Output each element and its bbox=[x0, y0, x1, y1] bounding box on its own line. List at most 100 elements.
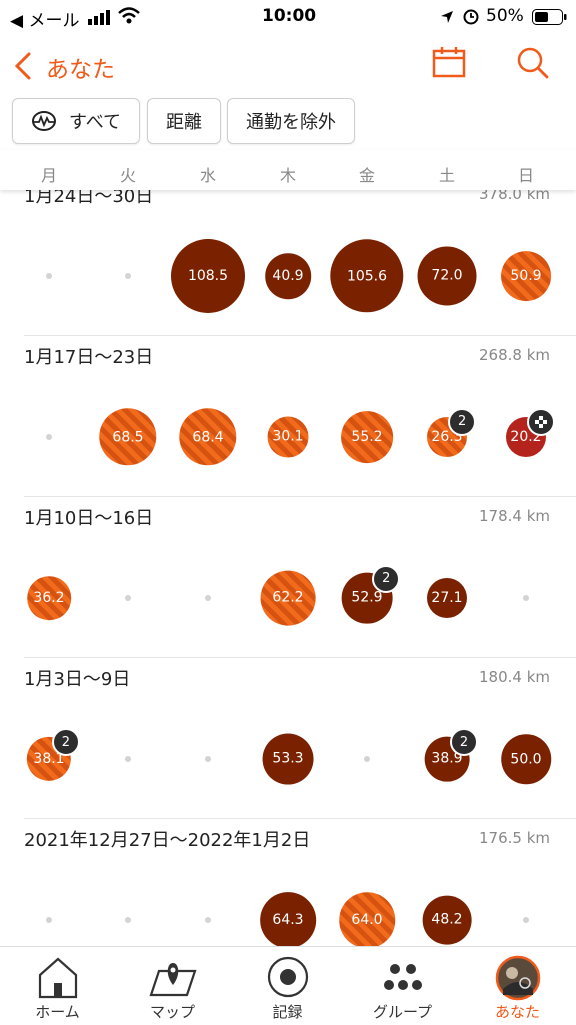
week-total-distance: 176.5 km bbox=[478, 829, 550, 847]
week-title: 1月3日〜9日 bbox=[24, 669, 131, 690]
filter-distance-button[interactable]: 距離 bbox=[147, 98, 221, 144]
signal-icon bbox=[88, 9, 112, 29]
filter-exclude-commute-button[interactable]: 通勤を除外 bbox=[227, 98, 355, 144]
divider bbox=[24, 818, 576, 819]
tab-record-label: 記録 bbox=[272, 1003, 303, 1021]
activity-bubble[interactable]: 105.6 bbox=[330, 239, 404, 313]
tab-you[interactable]: あなた bbox=[460, 947, 575, 1025]
activity-distance: 108.5 bbox=[187, 268, 229, 284]
divider bbox=[24, 657, 576, 658]
divider bbox=[24, 496, 576, 497]
activity-count-badge: 2 bbox=[448, 407, 477, 436]
activity-bubble[interactable]: 55.2 bbox=[341, 411, 393, 463]
tab-home[interactable]: ホーム bbox=[0, 947, 115, 1025]
filter-exclude-commute-label: 通勤を除外 bbox=[246, 112, 336, 133]
tab-home-label: ホーム bbox=[35, 1003, 80, 1021]
activity-count-badge: 2 bbox=[449, 728, 478, 756]
empty-day-dot bbox=[125, 756, 131, 762]
status-battery-percent: 50% bbox=[486, 6, 524, 26]
activity-distance: 72.0 bbox=[431, 267, 463, 284]
home-icon bbox=[38, 957, 77, 999]
activity-distance: 64.3 bbox=[272, 911, 304, 928]
activity-bubble[interactable]: 68.5 bbox=[99, 408, 157, 466]
activity-distance: 50.0 bbox=[510, 751, 542, 767]
empty-day-dot bbox=[523, 917, 529, 923]
filter-all-button[interactable]: すべて bbox=[12, 98, 140, 144]
empty-day-dot bbox=[125, 273, 131, 279]
filter-distance-label: 距離 bbox=[166, 112, 202, 133]
activity-bubble[interactable]: 68.4 bbox=[179, 408, 237, 466]
activity-bubble[interactable]: 62.2 bbox=[260, 570, 316, 626]
battery-icon bbox=[532, 9, 568, 29]
activity-distance: 48.2 bbox=[431, 912, 463, 928]
week-section: 1月3日〜9日 180.4 km 38.1 2 53.3 38.9 2 50.0 bbox=[0, 659, 576, 819]
activity-bubble[interactable]: 108.5 bbox=[171, 239, 245, 313]
activity-bubble[interactable]: 36.2 bbox=[27, 576, 71, 620]
activity-bubble[interactable]: 50.0 bbox=[501, 734, 551, 784]
filter-all-label: すべて bbox=[68, 112, 122, 133]
week-title: 2021年12月27日〜2022年1月2日 bbox=[24, 830, 311, 851]
divider bbox=[24, 335, 576, 336]
week-total-distance: 268.8 km bbox=[478, 346, 550, 364]
activity-icon bbox=[31, 110, 57, 132]
empty-day-dot bbox=[205, 917, 211, 923]
status-time: 10:00 bbox=[262, 6, 317, 26]
activity-distance: 52.9 bbox=[351, 589, 383, 606]
weekday-label: 土 bbox=[438, 166, 455, 185]
week-total-distance: 178.4 km bbox=[478, 507, 550, 525]
activity-bubble[interactable]: 27.1 bbox=[427, 578, 467, 618]
activity-bubble[interactable]: 53.3 bbox=[262, 733, 314, 785]
page-title: あなた bbox=[46, 57, 115, 83]
weekday-header: 月 火 水 木 金 土 日 bbox=[0, 150, 576, 190]
checkered-flag-icon bbox=[527, 407, 556, 436]
empty-day-dot bbox=[125, 917, 131, 923]
tab-bar: ホーム マップ 記録 グループ あなた bbox=[0, 946, 576, 1025]
activity-distance: 27.1 bbox=[431, 590, 463, 606]
empty-day-dot bbox=[46, 273, 52, 279]
status-carrier: ◀ メール bbox=[10, 11, 80, 31]
activity-bubble[interactable]: 30.1 bbox=[267, 416, 309, 458]
activity-distance: 105.6 bbox=[346, 268, 388, 284]
activity-count-badge: 2 bbox=[51, 728, 80, 757]
activity-bubble[interactable]: 64.0 bbox=[339, 892, 395, 948]
activity-distance: 55.2 bbox=[351, 428, 383, 445]
activity-distance: 36.2 bbox=[33, 590, 65, 606]
record-icon bbox=[267, 956, 308, 998]
empty-day-dot bbox=[46, 917, 52, 923]
activity-count-badge: 2 bbox=[372, 564, 401, 593]
activity-bubble[interactable]: 48.2 bbox=[422, 895, 472, 945]
tab-map-label: マップ bbox=[149, 1003, 195, 1021]
empty-day-dot bbox=[523, 595, 529, 601]
empty-day-dot bbox=[125, 595, 131, 601]
empty-day-dot bbox=[205, 756, 211, 762]
empty-day-dot bbox=[364, 756, 370, 762]
status-bar: ◀ メール 10:00 50% bbox=[0, 0, 576, 34]
weekday-label: 水 bbox=[199, 166, 216, 185]
back-button[interactable]: あなた bbox=[12, 50, 152, 84]
week-section: 1月17日〜23日 268.8 km 68.5 68.4 30.1 55.2 26.3 2 20… bbox=[0, 337, 576, 497]
avatar bbox=[495, 955, 540, 1001]
week-title: 1月10日〜16日 bbox=[24, 508, 154, 529]
tab-you-label: あなた bbox=[494, 1003, 540, 1021]
activity-distance: 68.4 bbox=[192, 429, 224, 445]
alarm-icon bbox=[462, 7, 480, 29]
tab-record[interactable]: 記録 bbox=[230, 947, 345, 1025]
activity-distance: 53.3 bbox=[272, 751, 304, 767]
calendar-icon[interactable] bbox=[432, 46, 466, 82]
tab-groups[interactable]: グループ bbox=[345, 947, 460, 1025]
map-icon bbox=[148, 963, 197, 997]
location-icon bbox=[440, 9, 454, 28]
week-title: 1月17日〜23日 bbox=[24, 347, 154, 368]
activity-bubble[interactable]: 64.3 bbox=[260, 892, 316, 948]
weekday-label: 火 bbox=[119, 166, 136, 185]
activity-bubble[interactable]: 50.9 bbox=[501, 251, 551, 301]
activity-bubble[interactable]: 72.0 bbox=[417, 246, 477, 306]
search-icon[interactable] bbox=[516, 46, 550, 84]
weekday-label: 木 bbox=[279, 166, 296, 185]
activity-distance: 68.5 bbox=[112, 428, 144, 445]
activity-bubble[interactable]: 40.9 bbox=[265, 253, 311, 299]
tab-map[interactable]: マップ bbox=[115, 947, 230, 1025]
activity-distance: 50.9 bbox=[510, 268, 542, 284]
wifi-icon bbox=[118, 7, 140, 29]
chevron-left-icon bbox=[12, 52, 34, 84]
